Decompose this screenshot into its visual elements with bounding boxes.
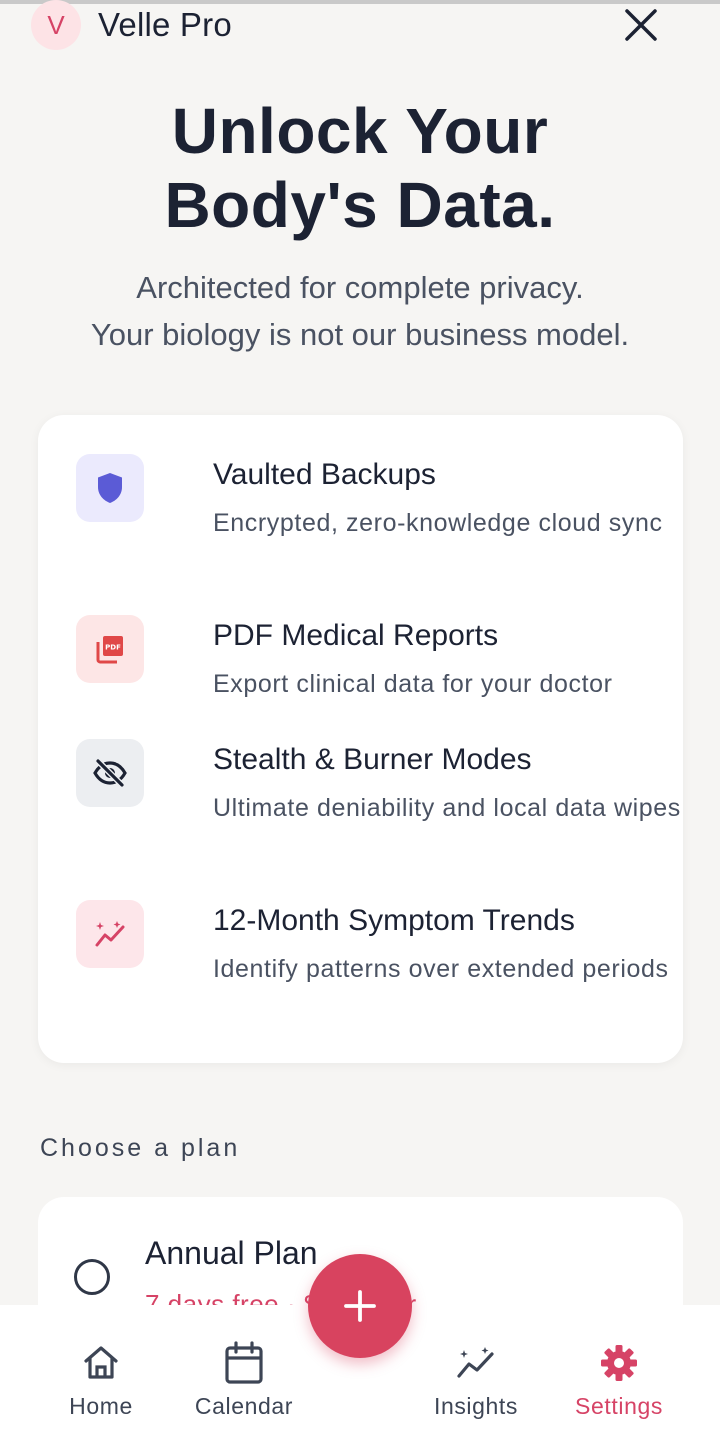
hero-subtitle-line-2: Your biology is not our business model. (90, 317, 630, 352)
nav-label-calendar: Calendar (194, 1393, 294, 1419)
shield-icon (98, 473, 122, 503)
header: V Velle Pro (0, 0, 720, 56)
feature-icon-box (76, 900, 144, 968)
plan-title: Annual Plan (145, 1235, 318, 1271)
hero-subtitle: Architected for complete privacy. Your b… (0, 264, 720, 358)
nav-item-home[interactable]: Home (52, 1305, 150, 1454)
feature-description: Encrypted, zero-knowledge cloud sync (213, 509, 663, 537)
feature-icon-box (76, 454, 144, 522)
brand-title: Velle Pro (98, 6, 232, 43)
feature-title: Stealth & Burner Modes (213, 743, 532, 776)
nav-item-insights[interactable]: Insights (424, 1305, 528, 1454)
nav-label-home: Home (69, 1393, 133, 1419)
close-button[interactable] (620, 4, 662, 46)
plan-radio-button[interactable] (74, 1259, 110, 1295)
gear-icon (597, 1341, 641, 1385)
feature-icon-box: PDF (76, 615, 144, 683)
feature-description: Ultimate deniability and local data wipe… (213, 794, 681, 822)
features-card: Vaulted Backups Encrypted, zero-knowledg… (38, 415, 683, 1063)
nav-label-settings: Settings (575, 1393, 663, 1419)
hero-title-line-1: Unlock Your (171, 95, 549, 167)
feature-title: 12-Month Symptom Trends (213, 904, 575, 937)
feature-icon-box (76, 739, 144, 807)
hero-subtitle-line-1: Architected for complete privacy. (136, 270, 584, 305)
insights-icon (454, 1341, 498, 1385)
plans-heading: Choose a plan (40, 1134, 241, 1162)
feature-title: PDF Medical Reports (213, 619, 499, 652)
feature-description: Identify patterns over extended periods (213, 955, 669, 983)
plus-icon (344, 1290, 376, 1322)
nav-label-insights: Insights (433, 1393, 519, 1419)
home-icon (79, 1341, 123, 1385)
sparkle-trend-icon (95, 921, 125, 947)
calendar-icon (222, 1341, 266, 1385)
add-entry-button[interactable] (308, 1254, 412, 1358)
hero-title: Unlock Your Body's Data. (0, 94, 720, 242)
hero-title-line-2: Body's Data. (164, 169, 556, 241)
eye-off-icon (93, 758, 127, 788)
close-icon (625, 9, 657, 41)
feature-title: Vaulted Backups (213, 458, 436, 491)
brand-avatar: V (31, 0, 81, 50)
nav-item-calendar[interactable]: Calendar (183, 1305, 305, 1454)
feature-description: Export clinical data for your doctor (213, 670, 613, 698)
svg-text:PDF: PDF (105, 644, 121, 652)
nav-item-settings[interactable]: Settings (566, 1305, 672, 1454)
pdf-icon: PDF (96, 636, 123, 664)
